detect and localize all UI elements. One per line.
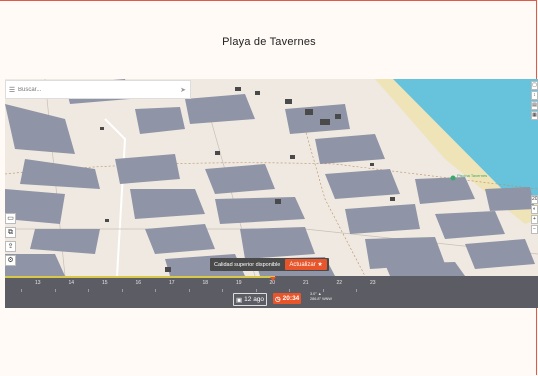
compass-icon[interactable]: ◐ — [531, 205, 538, 214]
timeline-tick-mark — [188, 289, 190, 292]
timeline-hour-label[interactable]: 19 — [236, 280, 242, 286]
poi-marker-icon[interactable] — [450, 175, 456, 181]
timeline-ticks[interactable]: 13 14 15 16 17 18 19 20 21 22 23 — [5, 280, 538, 292]
search-input[interactable] — [18, 86, 176, 93]
right-toolbar: ▢ ↕ ▤ ▦ — [531, 81, 538, 121]
share-icon[interactable]: ⇪ — [5, 241, 16, 252]
timeline-tick-mark — [222, 289, 223, 292]
date-selector[interactable]: ▣ 12 ago — [233, 293, 268, 306]
layers-icon[interactable]: ⧉ — [5, 227, 16, 238]
search-bar[interactable]: ☰ ➤ — [5, 80, 191, 99]
timeline-tick-mark — [289, 289, 290, 292]
folder-icon[interactable]: ▭ — [5, 213, 16, 224]
sun-azimuth: 286.8° WNW — [310, 297, 332, 301]
timeline-hour-label[interactable]: 23 — [370, 280, 376, 286]
quality-banner: Calidad superior disponible Actualizar ★ — [210, 258, 329, 271]
timeline-hour-label[interactable]: 16 — [136, 280, 142, 286]
zoom-level: 20 — [531, 195, 538, 204]
timeline-tick-mark — [88, 289, 89, 292]
zoom-out-button[interactable]: − — [531, 225, 538, 234]
sun-position: 3.0° ▲ 286.8° WNW — [310, 292, 332, 302]
poi-label: Piscina Tavernes — [457, 173, 487, 178]
right-controls: 20 ◐ + − — [531, 195, 538, 235]
page-title: Playa de Tavernes — [222, 36, 316, 48]
timeline-hour-label[interactable]: 14 — [69, 280, 75, 286]
timeline-tick-mark — [155, 289, 156, 292]
settings-icon[interactable]: ⚙ — [5, 255, 16, 266]
time-label: 20:34 — [282, 295, 300, 302]
update-button[interactable]: Actualizar ★ — [285, 259, 327, 270]
timeline-tick-mark — [121, 289, 123, 292]
grid-icon[interactable]: ▦ — [531, 111, 538, 120]
navigation-arrow-icon[interactable]: ➤ — [176, 86, 190, 94]
menu-icon[interactable]: ☰ — [6, 86, 18, 94]
map-canvas[interactable]: Piscina Tavernes — [5, 79, 538, 276]
timeline-hour-label[interactable]: 18 — [203, 280, 209, 286]
zoom-in-button[interactable]: + — [531, 215, 538, 224]
date-label: 12 ago — [244, 296, 265, 303]
calendar-icon: ▣ — [236, 296, 243, 304]
calendar-icon[interactable]: ▤ — [531, 101, 538, 110]
timeline-hour-label[interactable]: 13 — [35, 280, 41, 286]
timeline-tick-mark — [255, 289, 257, 292]
timeline-hour-label[interactable]: 17 — [169, 280, 175, 286]
timeline-hour-label[interactable]: 22 — [337, 280, 343, 286]
timeline-progress — [5, 276, 275, 278]
left-toolbar: ▭ ⧉ ⇪ ⚙ — [5, 213, 17, 269]
draw-icon[interactable]: ▢ — [531, 81, 538, 90]
clock-icon: ◷ — [275, 295, 281, 303]
timeline-hour-label[interactable]: 21 — [303, 280, 309, 286]
timeline-tick-mark — [54, 289, 56, 292]
banner-text: Calidad superior disponible — [214, 261, 281, 268]
timeline-hour-label[interactable]: 15 — [102, 280, 108, 286]
time-marker-icon[interactable] — [270, 277, 276, 281]
shadow-map[interactable]: Piscina Tavernes — [5, 79, 538, 276]
ruler-icon[interactable]: ↕ — [531, 91, 538, 100]
time-selector[interactable]: ◷ 20:34 — [273, 293, 302, 304]
timeline-tick-mark — [21, 289, 22, 292]
timeline-tick-mark — [356, 289, 357, 292]
